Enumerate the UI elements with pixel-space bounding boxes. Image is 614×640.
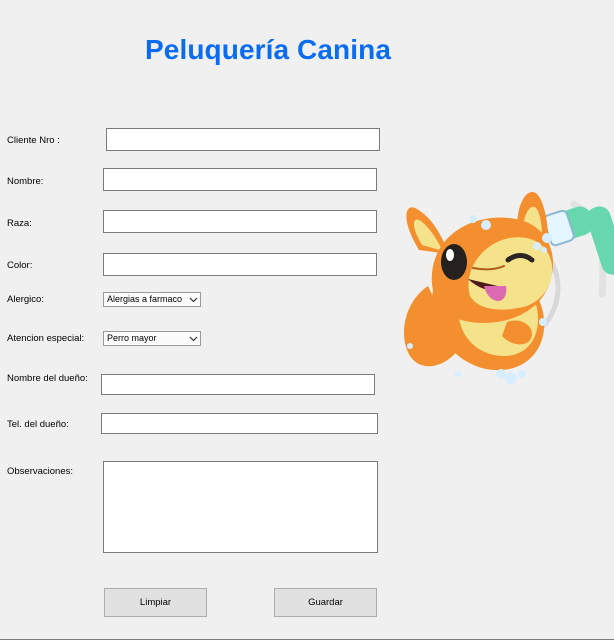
raza-field[interactable] (103, 210, 377, 233)
nombre-field[interactable] (103, 168, 377, 191)
alergico-select[interactable]: Alergias a farmaco (103, 292, 201, 307)
tel-label: Tel. del dueño: (7, 419, 69, 430)
window-content: Peluquería Canina Cliente Nro : Nombre: … (0, 0, 614, 640)
chevron-down-icon (186, 332, 200, 345)
color-field[interactable] (103, 253, 377, 276)
atencion-selected-value: Perro mayor (107, 333, 157, 343)
dueno-name-field[interactable] (101, 374, 375, 395)
guardar-button[interactable]: Guardar (274, 588, 377, 617)
alergico-selected-value: Alergias a farmaco (107, 294, 183, 304)
chevron-down-icon (186, 293, 200, 306)
page-title: Peluquería Canina (145, 34, 391, 65)
cliente-number-field[interactable] (106, 128, 380, 151)
limpiar-button[interactable]: Limpiar (104, 588, 207, 617)
dueno-label: Nombre del dueño: (7, 373, 88, 384)
observaciones-textarea[interactable] (103, 461, 378, 553)
dog-bath-mascot-icon (388, 176, 614, 392)
alergico-label: Alergico: (7, 294, 44, 305)
tel-field[interactable] (101, 413, 378, 434)
color-label: Color: (7, 260, 33, 271)
atencion-label: Atencion especial: (7, 333, 85, 344)
cliente-label: Cliente Nro : (7, 135, 60, 146)
nombre-label: Nombre: (7, 176, 44, 187)
atencion-select[interactable]: Perro mayor (103, 331, 201, 346)
raza-label: Raza: (7, 218, 32, 229)
observaciones-label: Observaciones: (7, 466, 74, 477)
